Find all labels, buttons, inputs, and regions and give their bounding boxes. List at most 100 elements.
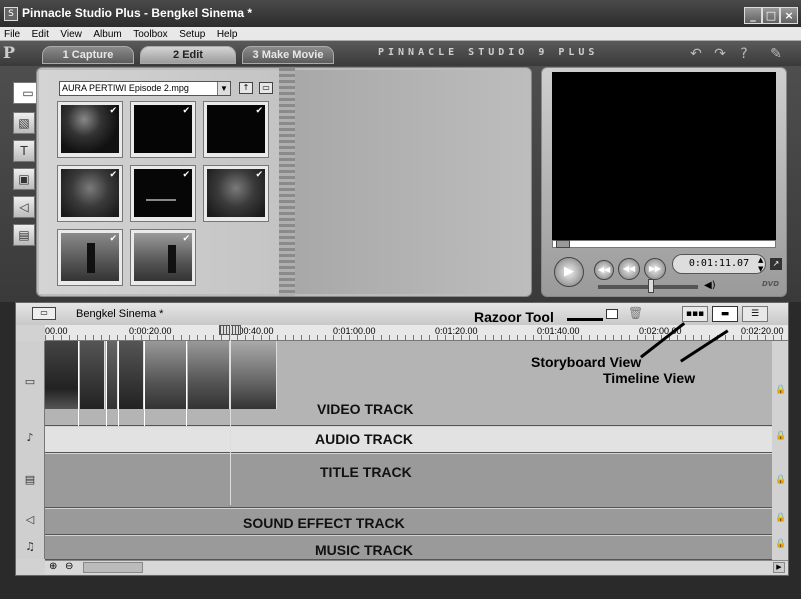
album-spine [279, 68, 295, 296]
lock-icon[interactable]: 🔒 [775, 475, 786, 485]
trash-icon[interactable]: 🗑 [628, 306, 643, 320]
chevron-down-icon[interactable]: ▼ [217, 82, 230, 95]
menu-edit[interactable]: Edit [28, 28, 53, 41]
title-track[interactable]: TITLE TRACK [45, 454, 772, 508]
scene-thumbnail[interactable]: ✔ [130, 165, 196, 222]
pinnacle-logo-icon: P [3, 43, 16, 62]
audio-track[interactable]: AUDIO TRACK [45, 427, 772, 453]
scrollbar-thumb[interactable] [83, 562, 143, 573]
razor-tool-icon[interactable] [606, 309, 618, 319]
undo-icon[interactable]: ↶ [686, 46, 706, 62]
scroll-right-icon[interactable]: ▶ [773, 562, 785, 573]
timecode-value: 0:01:11.07 [688, 258, 750, 269]
sound-effect-track[interactable]: SOUND EFFECT TRACK [45, 509, 772, 535]
scene-thumbnail[interactable]: ✔ [203, 165, 269, 222]
video-clip[interactable] [106, 341, 118, 409]
movie-window-header: ▭ Bengkel Sinema * 🗑 ▪▪▪ ▬ ☰ [16, 303, 788, 325]
transitions-icon[interactable]: ▧ [13, 112, 35, 134]
clip-divider [106, 341, 107, 426]
lock-icon[interactable]: 🔒 [775, 513, 786, 523]
text-view-button[interactable]: ☰ [742, 306, 768, 322]
tab-make-movie[interactable]: 3 Make Movie [242, 46, 334, 64]
video-clip[interactable] [145, 341, 187, 409]
zoom-out-icon[interactable]: ⊖ [65, 561, 73, 572]
scrubber-handle[interactable] [556, 240, 570, 248]
fast-forward-icon[interactable]: ▶▶ [644, 258, 666, 280]
video-clip[interactable] [80, 341, 105, 409]
microphone-icon[interactable]: ♪ [21, 431, 39, 447]
music-note-icon[interactable]: ♫ [21, 540, 39, 556]
scene-thumbnail[interactable]: ✔ [57, 101, 123, 158]
play-button[interactable]: ▶ [554, 257, 584, 287]
sound-effects-icon[interactable]: ◁ [13, 196, 35, 218]
disc-menus-icon[interactable]: ▤ [13, 224, 35, 246]
audio-track-label: AUDIO TRACK [315, 431, 413, 447]
titles-icon[interactable]: T [13, 140, 35, 162]
app-icon[interactable]: S [4, 7, 18, 21]
video-clip[interactable] [119, 341, 144, 409]
ruler-label: 0:01:00.00 [333, 326, 376, 336]
check-icon: ✔ [182, 170, 190, 180]
timeline-scrollbar[interactable]: ⊕ ⊖ ▶ [45, 560, 788, 574]
speaker-icon[interactable]: ◁ [21, 513, 39, 529]
tab-edit[interactable]: 2 Edit [140, 46, 236, 64]
lock-icon[interactable]: 🔒 [775, 431, 786, 441]
brand-text: PINNACLE STUDIO 9 PLUS [378, 47, 599, 58]
menu-file[interactable]: File [0, 28, 24, 41]
toolbox-icon[interactable]: ✎ [766, 46, 786, 62]
storyboard-view-annotation: Storyboard View [531, 354, 642, 370]
video-clip[interactable] [231, 341, 277, 409]
menu-setup[interactable]: Setup [175, 28, 209, 41]
tab-capture[interactable]: 1 Capture [42, 46, 134, 64]
rewind-icon[interactable]: ◀◀ [618, 258, 640, 280]
music-track[interactable]: MUSIC TRACK [45, 536, 772, 560]
minimize-button[interactable]: _ [744, 7, 762, 24]
maximize-button[interactable]: □ [762, 7, 780, 24]
zoom-in-icon[interactable]: ⊕ [49, 561, 57, 572]
lock-icon[interactable]: 🔒 [775, 539, 786, 549]
file-select-dropdown[interactable]: AURA PERTIWI Episode 2.mpg ▼ [59, 81, 231, 96]
menu-album[interactable]: Album [89, 28, 125, 41]
fullscreen-icon[interactable]: ↗ [770, 258, 782, 270]
check-icon: ✔ [255, 106, 263, 116]
menu-view[interactable]: View [56, 28, 86, 41]
video-clip[interactable] [45, 341, 79, 409]
menu-toolbox[interactable]: Toolbox [129, 28, 171, 41]
volume-knob[interactable] [648, 279, 654, 293]
check-icon: ✔ [109, 170, 117, 180]
scene-thumbnail[interactable]: ✔ [130, 101, 196, 158]
redo-icon[interactable]: ↷ [710, 46, 730, 62]
folder-up-icon[interactable]: ↑ [239, 82, 253, 94]
preview-screen [552, 72, 776, 248]
title-icon[interactable]: ▤ [21, 473, 39, 489]
video-clip[interactable] [188, 341, 230, 409]
scene-thumbnail[interactable]: ✔ [130, 229, 196, 286]
scene-thumbnail[interactable]: ✔ [57, 165, 123, 222]
storyboard-view-button[interactable]: ▪▪▪ [682, 306, 708, 322]
ruler-label: 0:02:20.00 [741, 326, 784, 336]
timeline-view-button[interactable]: ▬ [712, 306, 738, 322]
clip-divider [144, 341, 145, 426]
menu-help[interactable]: Help [213, 28, 242, 41]
camera-icon[interactable]: ▭ [21, 375, 39, 391]
project-title: Bengkel Sinema * [76, 308, 164, 320]
window-title-bar: S Pinnacle Studio Plus - Bengkel Sinema … [0, 0, 801, 27]
timeline-view-annotation: Timeline View [603, 370, 696, 386]
folder-open-icon[interactable]: ▭ [259, 82, 273, 94]
still-images-icon[interactable]: ▣ [13, 168, 35, 190]
close-button[interactable]: × [780, 7, 798, 24]
project-icon: ▭ [32, 307, 56, 320]
scene-thumbnail[interactable]: ✔ [57, 229, 123, 286]
counter-up-icon[interactable]: ▲ [758, 256, 763, 264]
go-to-start-icon[interactable]: ◀◀ [594, 260, 614, 280]
timecode-counter[interactable]: 0:01:11.07 [672, 254, 766, 274]
lock-icon[interactable]: 🔒 [775, 385, 786, 395]
music-track-label: MUSIC TRACK [315, 542, 413, 558]
speaker-icon[interactable]: ◀) [704, 280, 716, 291]
scene-thumbnail[interactable]: ✔ [203, 101, 269, 158]
scrubber-bar[interactable] [552, 240, 776, 248]
help-icon[interactable]: ? [734, 46, 754, 62]
counter-down-icon[interactable]: ▼ [758, 265, 763, 273]
ruler-label: 00.00 [45, 326, 68, 336]
ruler-label: 0:01:20.00 [435, 326, 478, 336]
